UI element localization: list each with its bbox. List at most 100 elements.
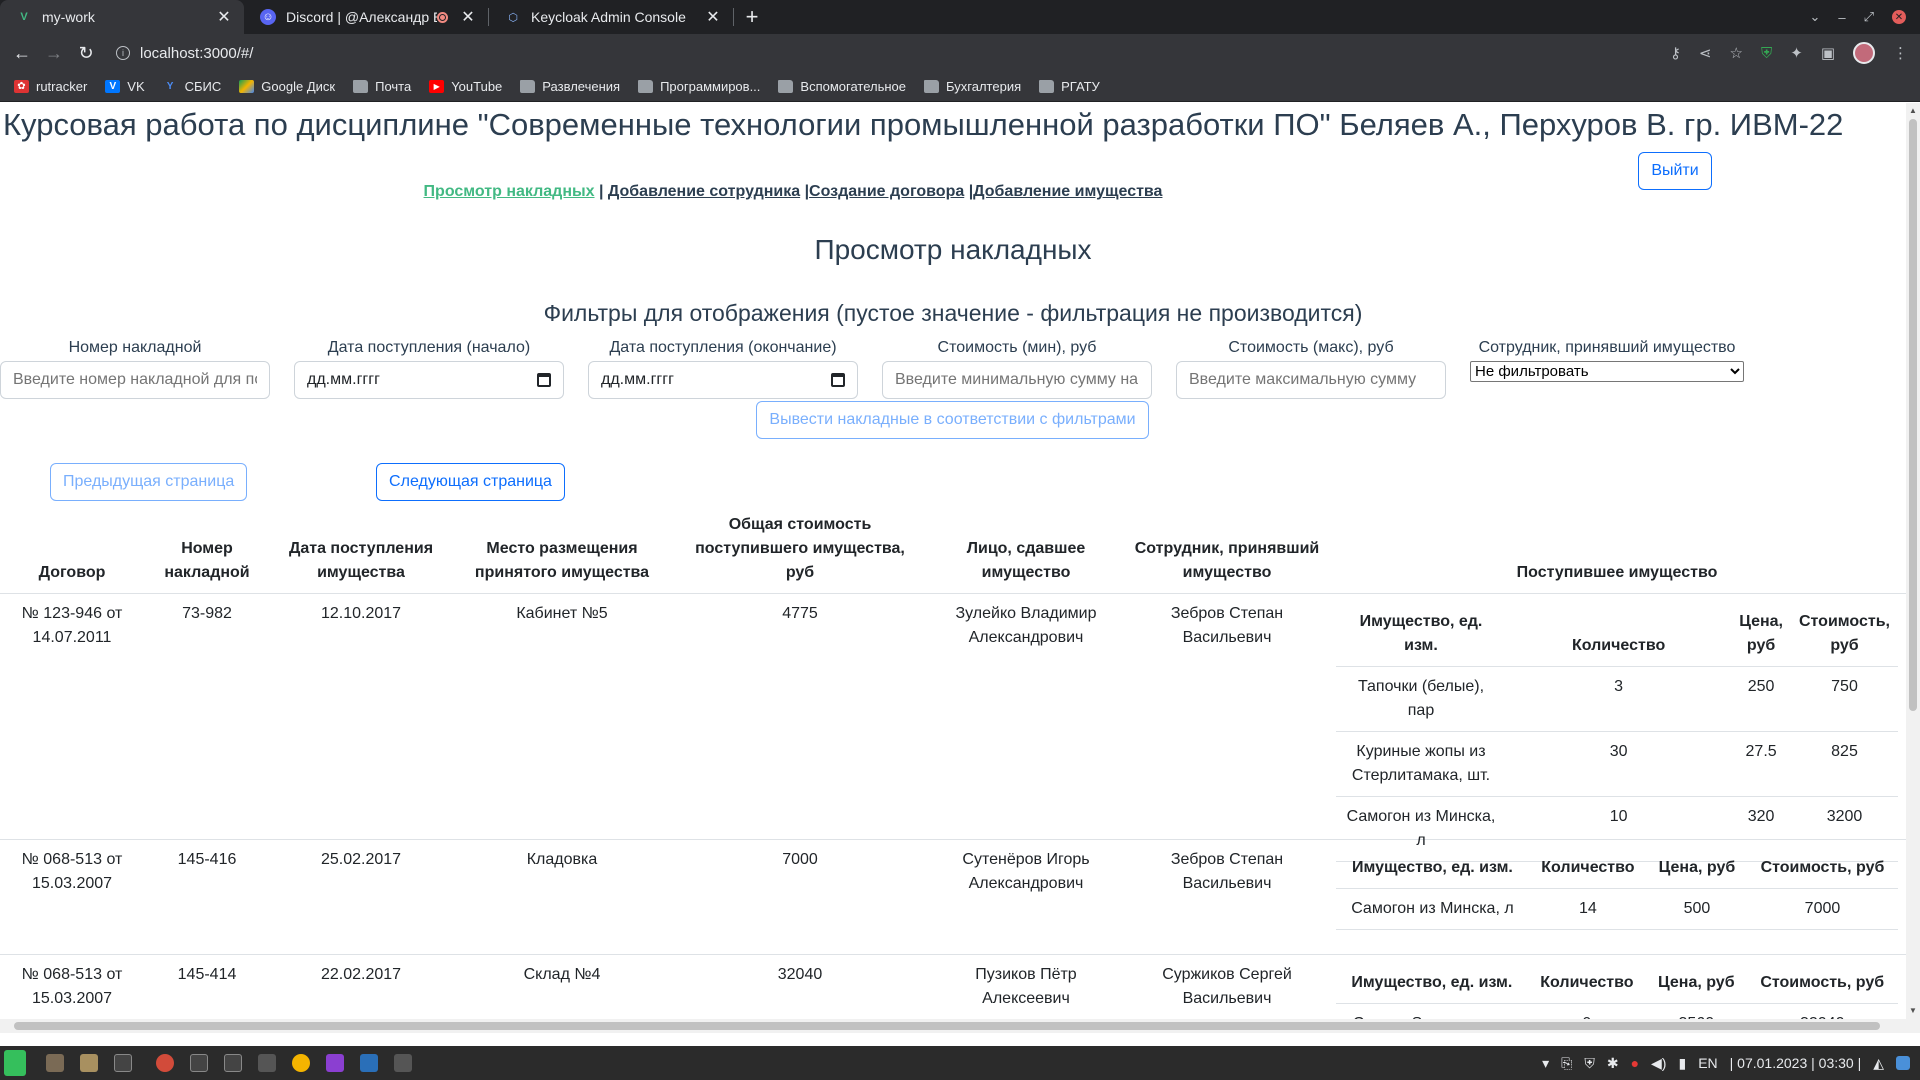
vertical-scrollbar[interactable]: ▲ ▼: [1906, 103, 1920, 1033]
calendar-icon[interactable]: [537, 373, 551, 387]
vk-icon: V: [105, 80, 121, 93]
bookmark-vk[interactable]: V VK: [105, 79, 145, 94]
tab-discord[interactable]: ☺ Discord | @Александр Б ✕: [244, 0, 488, 34]
nav-link-create-contract[interactable]: Создание договора: [809, 183, 964, 200]
employee-select[interactable]: Не фильтровать: [1470, 361, 1744, 382]
cost-min-input[interactable]: [882, 361, 1152, 399]
close-tab-icon[interactable]: ✕: [214, 7, 234, 27]
column-header: Общая стоимость поступившего имущества, …: [695, 516, 905, 581]
back-icon[interactable]: ←: [6, 43, 38, 64]
folder-icon[interactable]: [258, 1054, 276, 1072]
file-manager-icon[interactable]: [80, 1054, 98, 1072]
key-icon[interactable]: ⚷: [1670, 44, 1681, 62]
close-tab-icon[interactable]: ✕: [703, 7, 723, 27]
bookmark-google-drive[interactable]: Google Диск: [239, 79, 335, 94]
terminal-icon[interactable]: [114, 1054, 132, 1072]
scrollbar-thumb[interactable]: [1909, 119, 1917, 711]
filter-label: Дата поступления (окончание): [609, 339, 837, 356]
bookmark-folder-accounting[interactable]: Бухгалтерия: [924, 79, 1021, 94]
tab-keycloak[interactable]: ⬡ Keycloak Admin Console ✕: [489, 0, 733, 34]
language-indicator[interactable]: EN: [1698, 1055, 1717, 1071]
forward-icon[interactable]: →: [38, 43, 70, 64]
minimize-icon[interactable]: –: [1838, 10, 1845, 25]
google-drive-icon: [239, 80, 255, 93]
tab-my-work[interactable]: V my-work ✕: [0, 0, 244, 34]
battery-icon[interactable]: ▮: [1678, 1055, 1686, 1072]
bookmark-rutracker[interactable]: ✿ rutracker: [14, 79, 87, 94]
column-header: Поступившее имущество: [1516, 564, 1718, 581]
url-text: localhost:3000/#/: [140, 44, 254, 62]
scrollbar-thumb[interactable]: [14, 1022, 1880, 1030]
item-name: Самогон из Минска, л: [1336, 888, 1529, 930]
terminal-icon[interactable]: [224, 1054, 242, 1072]
workspace-icon[interactable]: [46, 1054, 64, 1072]
chrome-icon[interactable]: [292, 1054, 310, 1072]
calendar-icon[interactable]: [831, 373, 845, 387]
items-subtable: Имущество, ед. изм. Количество Цена, руб…: [1336, 602, 1898, 862]
table-row: № 123-946 от 14.07.2011 73-982 12.10.201…: [0, 594, 1906, 862]
cell-place: Кабинет №5: [516, 605, 608, 622]
scroll-down-icon[interactable]: ▼: [1909, 1006, 1917, 1015]
tab-search-icon[interactable]: ⌄: [1809, 9, 1820, 25]
bookmark-star-icon[interactable]: ☆: [1730, 44, 1743, 62]
extensions-icon[interactable]: ✦: [1790, 44, 1803, 62]
site-info-icon[interactable]: i: [116, 46, 130, 60]
vpn-icon[interactable]: ⛨: [1584, 1055, 1595, 1072]
ide-icon[interactable]: [326, 1054, 344, 1072]
address-bar[interactable]: i localhost:3000/#/: [116, 38, 1616, 68]
item-name: Куриные жопы из Стерлитамака, шт.: [1336, 731, 1506, 797]
cost-max-input[interactable]: [1176, 361, 1446, 399]
horizontal-scrollbar[interactable]: [0, 1019, 1906, 1033]
profile-avatar[interactable]: [1853, 42, 1875, 64]
bluetooth-icon[interactable]: ✱: [1607, 1055, 1619, 1072]
bookmark-folder-entertainment[interactable]: Развлечения: [520, 79, 620, 94]
date-start-input[interactable]: дд.мм.гггг: [294, 361, 564, 399]
bookmark-youtube[interactable]: ▶ YouTube: [429, 79, 502, 94]
cell-total: 4775: [782, 605, 818, 622]
reload-icon[interactable]: ↻: [70, 43, 102, 64]
folder-icon[interactable]: [394, 1054, 412, 1072]
new-tab-icon[interactable]: +: [734, 4, 770, 30]
filter-label: Дата поступления (начало): [327, 339, 531, 356]
prev-page-button[interactable]: Предыдущая страница: [50, 463, 247, 501]
cell-place: Кладовка: [526, 851, 598, 868]
cell-contract: № 068-513 от 15.03.2007: [21, 966, 123, 1007]
nav-link-invoices[interactable]: Просмотр накладных: [424, 183, 595, 200]
microphone-icon[interactable]: ●: [1631, 1055, 1639, 1071]
side-panel-icon[interactable]: ▣: [1821, 44, 1835, 62]
bookmark-folder-auxiliary[interactable]: Вспомогательное: [778, 79, 906, 94]
invoice-number-input[interactable]: [0, 361, 270, 399]
apply-filters-button[interactable]: Вывести накладные в соответствии с фильт…: [756, 401, 1149, 439]
sub-header: Имущество, ед. изм.: [1336, 963, 1528, 1004]
terminal-icon[interactable]: [190, 1054, 208, 1072]
share-icon[interactable]: ⋖: [1699, 44, 1712, 62]
nav-link-add-employee[interactable]: Добавление сотрудника: [608, 183, 800, 200]
logout-button[interactable]: Выйти: [1638, 152, 1712, 190]
restore-icon[interactable]: ⤢: [1864, 9, 1874, 25]
volume-icon[interactable]: ◀): [1651, 1055, 1666, 1072]
close-window-icon[interactable]: ✕: [1892, 10, 1906, 24]
sub-header: Цена, руб: [1646, 963, 1747, 1004]
date-end-input[interactable]: дд.мм.гггг: [588, 361, 858, 399]
chat-icon[interactable]: [1896, 1056, 1910, 1070]
bookmark-sbis[interactable]: Y СБИС: [163, 79, 222, 94]
bookmark-folder-programming[interactable]: Программиров...: [638, 79, 760, 94]
wifi-icon[interactable]: ▾: [1542, 1055, 1549, 1072]
clock[interactable]: | 07.01.2023 | 03:30 |: [1730, 1055, 1862, 1071]
bookmark-label: rutracker: [36, 79, 88, 94]
bookmark-folder-mail[interactable]: Почта: [353, 79, 411, 94]
next-page-button[interactable]: Следующая страница: [376, 463, 565, 501]
sub-header: Стоимость, руб: [1746, 848, 1898, 889]
scroll-up-icon[interactable]: ▲: [1909, 106, 1917, 115]
editor-icon[interactable]: [360, 1054, 378, 1072]
start-menu-icon[interactable]: [4, 1050, 26, 1076]
notifications-icon[interactable]: ◭: [1873, 1055, 1884, 1072]
shield-extension-icon[interactable]: ⛨: [1761, 45, 1772, 62]
close-tab-icon[interactable]: ✕: [458, 7, 478, 27]
items-subtable: Имущество, ед. изм. Количество Цена, руб…: [1336, 848, 1898, 930]
bookmark-folder-rgatu[interactable]: РГАТУ: [1039, 79, 1100, 94]
nav-link-add-property[interactable]: Добавление имущества: [973, 183, 1162, 200]
menu-icon[interactable]: ⋮: [1893, 44, 1908, 62]
clip-icon[interactable]: ⎘: [1561, 1055, 1572, 1072]
chrome-icon[interactable]: [156, 1054, 174, 1072]
